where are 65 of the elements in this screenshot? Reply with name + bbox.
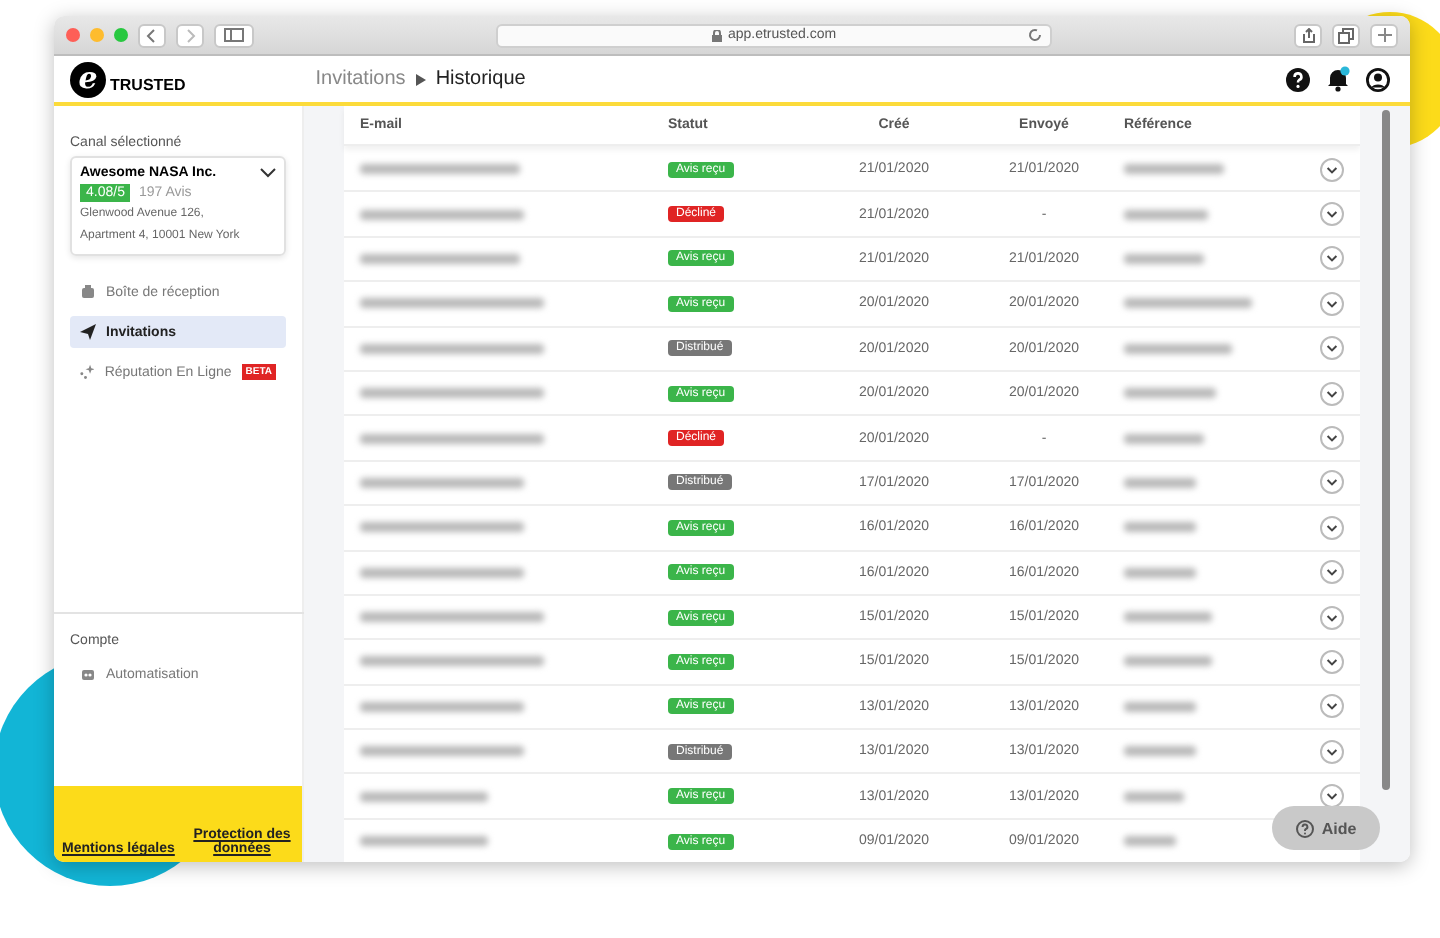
redacted-reference (1124, 746, 1196, 757)
redacted-reference (1124, 791, 1184, 802)
expand-icon[interactable] (1320, 336, 1344, 361)
close-dot-icon[interactable] (66, 28, 80, 42)
help-icon (1295, 819, 1314, 837)
expand-icon[interactable] (1320, 605, 1344, 630)
chevron-left-icon (146, 27, 158, 43)
redacted-email (360, 791, 488, 802)
sidebar-icon (224, 28, 244, 42)
help-button[interactable]: Aide (1272, 806, 1380, 850)
expand-icon[interactable] (1320, 246, 1344, 271)
redacted-reference (1124, 656, 1212, 667)
back-button[interactable] (138, 23, 166, 47)
chevron-down-icon[interactable] (260, 168, 276, 178)
robot-icon (80, 666, 96, 682)
chevron-right-icon (184, 27, 196, 43)
redacted-reference (1124, 433, 1204, 444)
logo-text: TRUSTED (110, 76, 186, 94)
breadcrumb-link[interactable]: Invitations (315, 68, 406, 90)
tabs-button[interactable] (1332, 23, 1360, 47)
breadcrumb-arrow-icon (415, 73, 426, 85)
expand-icon[interactable] (1320, 784, 1344, 809)
expand-icon[interactable] (1320, 515, 1344, 540)
expand-icon[interactable] (1320, 739, 1344, 764)
redacted-reference (1124, 164, 1224, 175)
expand-icon[interactable] (1320, 470, 1344, 495)
logo-mark: e (70, 61, 106, 97)
expand-icon[interactable] (1320, 157, 1344, 182)
redacted-reference (1124, 612, 1212, 623)
expand-icon[interactable] (1320, 291, 1344, 316)
expand-icon[interactable] (1320, 560, 1344, 585)
expand-icon[interactable] (1320, 694, 1344, 719)
expand-icon[interactable] (1320, 202, 1344, 227)
redacted-email (360, 836, 488, 847)
share-button[interactable] (1294, 23, 1322, 47)
sparkle-icon (80, 364, 95, 380)
expand-icon[interactable] (1320, 649, 1344, 674)
minimize-dot-icon[interactable] (90, 28, 104, 42)
share-icon (1301, 27, 1315, 43)
plus-icon (1377, 28, 1391, 42)
sidebar-toggle-button[interactable] (214, 23, 254, 47)
redacted-reference (1124, 567, 1196, 578)
redacted-reference (1124, 701, 1196, 712)
new-tab-button[interactable] (1370, 23, 1398, 47)
redacted-reference (1124, 343, 1232, 354)
redacted-reference (1124, 836, 1176, 847)
notification-bell-icon[interactable] (1326, 66, 1350, 92)
lock-icon (711, 29, 722, 41)
page-title: Historique (435, 68, 526, 90)
zoom-dot-icon[interactable] (114, 28, 128, 42)
redacted-reference (1124, 209, 1208, 220)
expand-icon[interactable] (1320, 381, 1344, 406)
redacted-reference (1124, 388, 1216, 399)
scrollbar-thumb[interactable] (1381, 110, 1389, 790)
reload-icon[interactable] (1028, 28, 1042, 42)
paper-plane-icon (80, 324, 96, 340)
redacted-reference (1124, 298, 1252, 309)
expand-icon[interactable] (1320, 426, 1344, 451)
redacted-reference (1124, 522, 1196, 533)
user-avatar-icon[interactable] (1366, 67, 1390, 91)
inbox-icon (80, 284, 96, 300)
tabs-icon (1338, 27, 1354, 43)
help-icon[interactable] (1286, 67, 1310, 91)
redacted-reference (1124, 477, 1196, 488)
redacted-reference (1124, 253, 1204, 264)
